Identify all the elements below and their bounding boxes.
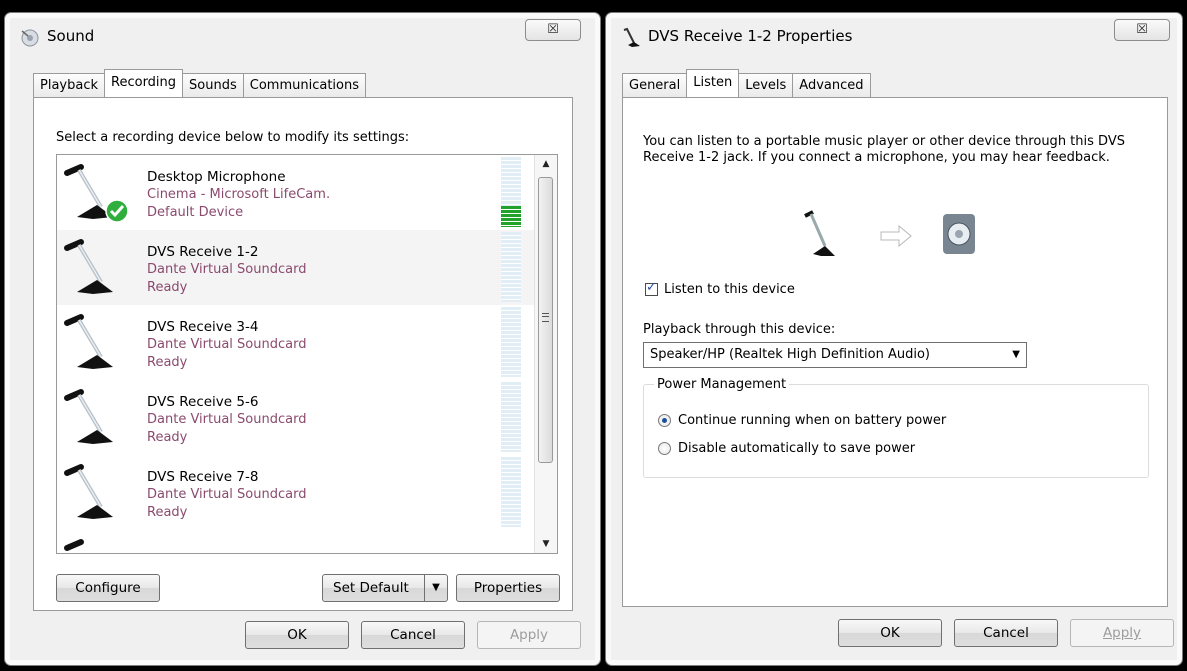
set-default-label: Set Default (333, 580, 409, 596)
close-icon: ☒ (1136, 22, 1148, 37)
device-status: Ready (147, 430, 188, 445)
tab-levels[interactable]: Levels (738, 73, 794, 97)
microphone-icon (64, 314, 113, 369)
tab-general[interactable]: General (622, 73, 688, 97)
radio-continue-running-button[interactable] (658, 414, 671, 427)
properties-tabs: General Listen Levels Advanced (622, 69, 871, 97)
listen-checkbox[interactable]: ✓ (645, 280, 658, 296)
level-meter (501, 232, 521, 302)
microphone-icon (64, 389, 113, 444)
set-default-dropdown-icon[interactable]: ▼ (424, 575, 447, 601)
microphone-icon (64, 464, 113, 519)
level-meter (501, 307, 521, 377)
listen-checkbox-label[interactable]: Listen to this device (664, 282, 795, 297)
listen-panel: You can listen to a portable music playe… (622, 97, 1168, 607)
sound-window: Sound ☒ Playback Recording Sounds Commun… (4, 12, 601, 666)
listen-flow-graphic (804, 210, 975, 256)
properties-window: DVS Receive 1-2 Properties ☒ General Lis… (605, 12, 1183, 666)
microphone-icon (623, 27, 640, 47)
device-name: Desktop Microphone (147, 169, 286, 185)
tab-advanced[interactable]: Advanced (792, 73, 871, 97)
level-meter (501, 382, 521, 452)
playback-device-value: Speaker/HP (Realtek High Definition Audi… (650, 347, 930, 362)
device-list-scrollbar[interactable]: ▲ ▼ (534, 155, 557, 553)
level-meter-fill (501, 206, 521, 227)
properties-button[interactable]: Properties (456, 574, 560, 602)
scroll-down-icon[interactable]: ▼ (535, 535, 557, 553)
configure-button[interactable]: Configure (56, 574, 160, 602)
tab-communications[interactable]: Communications (242, 73, 367, 97)
radio-continue-running[interactable]: Continue running when on battery power (658, 413, 946, 428)
device-driver: Dante Virtual Soundcard (147, 487, 307, 502)
device-row[interactable]: DVS Receive 1-2 Dante Virtual Soundcard Re… (57, 230, 535, 305)
device-name: DVS Receive 7-8 (147, 469, 259, 485)
radio-continue-running-label[interactable]: Continue running when on battery power (678, 413, 946, 428)
device-driver: Dante Virtual Soundcard (147, 412, 307, 427)
tab-sounds[interactable]: Sounds (182, 73, 244, 97)
device-driver: Dante Virtual Soundcard (147, 337, 307, 352)
microphone-icon (804, 210, 835, 256)
device-status: Ready (147, 505, 188, 520)
tab-recording[interactable]: Recording (104, 69, 184, 97)
listen-checkbox-row[interactable]: ✓ Listen to this device (645, 280, 795, 297)
sound-tabs: Playback Recording Sounds Communications (33, 69, 367, 97)
properties-titlebar[interactable]: DVS Receive 1-2 Properties ☒ (606, 13, 1182, 61)
scroll-up-icon[interactable]: ▲ (535, 155, 557, 173)
sound-cancel-button[interactable]: Cancel (361, 621, 465, 649)
power-management-title: Power Management (654, 377, 790, 392)
listen-description: You can listen to a portable music playe… (643, 134, 1125, 165)
device-row[interactable]: DVS Receive 3-4 Dante Virtual Soundcard Re… (57, 305, 535, 380)
properties-title: DVS Receive 1-2 Properties (648, 27, 853, 45)
device-name: DVS Receive 3-4 (147, 319, 259, 335)
radio-disable-automatically[interactable]: Disable automatically to save power (658, 441, 915, 456)
device-name: DVS Receive 1-2 (147, 244, 259, 260)
device-row[interactable]: Desktop Microphone Cinema - Microsoft Lif… (57, 155, 535, 230)
sound-titlebar[interactable]: Sound ☒ (5, 13, 600, 61)
device-name: DVS Receive 5-6 (147, 394, 259, 410)
scrollbar-thumb[interactable] (538, 177, 553, 463)
default-check-icon (105, 199, 129, 223)
speaker-icon (21, 29, 39, 47)
radio-disable-automatically-button[interactable] (658, 442, 671, 455)
device-status: Ready (147, 280, 188, 295)
close-icon: ☒ (547, 22, 559, 37)
playback-device-select[interactable]: Speaker/HP (Realtek High Definition Audi… (643, 342, 1027, 368)
set-default-button[interactable]: Set Default ▼ (322, 574, 448, 602)
grip-icon (542, 313, 549, 322)
speaker-icon (943, 214, 975, 254)
sound-title: Sound (47, 27, 95, 45)
sound-apply-button: Apply (477, 621, 581, 649)
tab-listen[interactable]: Listen (686, 69, 740, 97)
level-meter (501, 457, 521, 527)
power-management-group: Power Management Continue running when o… (643, 377, 1149, 478)
recording-panel: Select a recording device below to modif… (33, 97, 573, 611)
playback-label: Playback through this device: (643, 322, 836, 337)
checkmark-icon: ✓ (646, 280, 657, 295)
chevron-down-icon[interactable]: ▼ (1012, 343, 1020, 367)
properties-close-button[interactable]: ☒ (1114, 19, 1170, 41)
device-status: Default Device (147, 205, 244, 220)
device-driver: Dante Virtual Soundcard (147, 262, 307, 277)
arrow-right-icon (880, 224, 912, 248)
device-list[interactable]: Desktop Microphone Cinema - Microsoft Lif… (56, 154, 558, 554)
microphone-icon (64, 239, 113, 294)
device-driver: Cinema - Microsoft LifeCam. (147, 187, 331, 202)
radio-disable-automatically-label[interactable]: Disable automatically to save power (678, 441, 915, 456)
device-status: Ready (147, 355, 188, 370)
device-row[interactable]: DVS Receive 7-8 Dante Virtual Soundcard Re… (57, 455, 535, 530)
microphone-icon (64, 539, 84, 551)
recording-instructions: Select a recording device below to modif… (56, 130, 410, 145)
device-row[interactable]: DVS Receive 5-6 Dante Virtual Soundcard Re… (57, 380, 535, 455)
sound-ok-button[interactable]: OK (245, 621, 349, 649)
properties-ok-button[interactable]: OK (838, 619, 942, 647)
device-row-partial[interactable] (57, 530, 535, 553)
sound-close-button[interactable]: ☒ (525, 19, 581, 41)
properties-cancel-button[interactable]: Cancel (954, 619, 1058, 647)
tab-playback[interactable]: Playback (33, 73, 106, 97)
properties-apply-button: Apply (1070, 619, 1174, 647)
